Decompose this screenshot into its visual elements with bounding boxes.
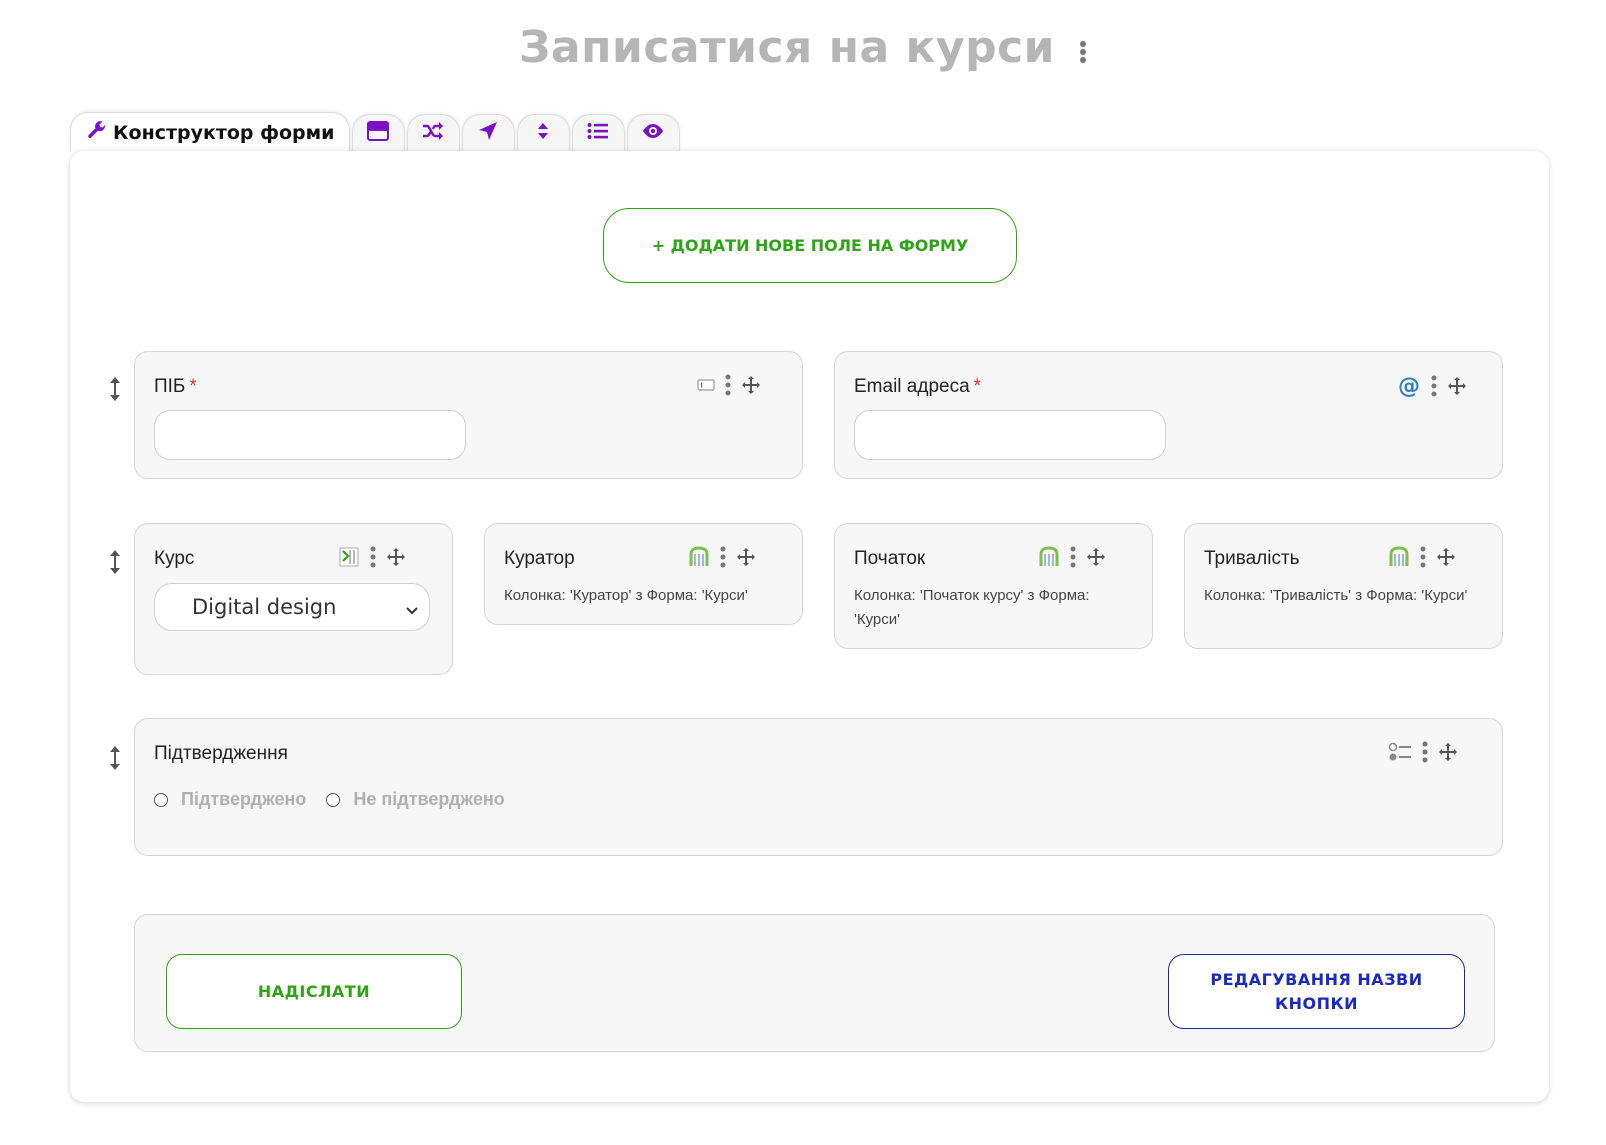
chevron-down-icon — [405, 599, 419, 623]
field-label: Початок — [854, 548, 926, 569]
tab-bar: Конструктор форми — [70, 112, 682, 152]
lookup-column-type-icon — [688, 546, 710, 573]
form-window-icon — [367, 121, 389, 146]
required-mark: * — [189, 376, 197, 397]
field-tools — [1378, 741, 1458, 768]
field-card-email[interactable]: Email адреса * @ — [834, 351, 1503, 479]
move-icon[interactable] — [1086, 547, 1106, 572]
title-menu-icon[interactable] — [1079, 25, 1087, 76]
radio-circle[interactable] — [326, 792, 341, 807]
field-card-name[interactable]: ПІБ * — [134, 351, 803, 479]
sort-icon — [537, 122, 549, 145]
move-icon[interactable] — [1447, 376, 1467, 401]
shuffle-icon — [422, 122, 444, 145]
field-card-confirmation[interactable]: Підтвердження Підтверджено Не підтвердже… — [134, 718, 1503, 856]
radio-list-type-icon — [1388, 742, 1412, 767]
lookup-column-type-icon — [1388, 546, 1410, 573]
field-menu-icon[interactable] — [725, 374, 731, 401]
edit-button-name-button[interactable]: РЕДАГУВАННЯ НАЗВИ КНОПКИ — [1168, 954, 1465, 1029]
field-label: Підтвердження — [154, 743, 288, 764]
field-menu-icon[interactable] — [720, 546, 726, 573]
field-menu-icon[interactable] — [1420, 546, 1426, 573]
field-menu-icon[interactable] — [1422, 741, 1428, 768]
field-card-start[interactable]: Початок Колонка: 'Початок курсу' з Форма… — [834, 523, 1153, 649]
field-card-curator[interactable]: Куратор Колонка: 'Куратор' з Форма: 'Кур… — [484, 523, 803, 625]
field-label: Курс — [154, 548, 195, 569]
field-menu-icon[interactable] — [370, 546, 376, 573]
move-icon[interactable] — [741, 375, 761, 400]
move-icon[interactable] — [1436, 547, 1456, 572]
move-icon[interactable] — [736, 547, 756, 572]
row-drag-handle-icon[interactable] — [107, 549, 123, 575]
email-input[interactable] — [854, 410, 1166, 460]
field-tools — [1378, 546, 1456, 573]
page-title: Записатися на курси — [0, 22, 1606, 76]
field-menu-icon[interactable] — [1070, 546, 1076, 573]
tab-form-builder-label: Конструктор форми — [113, 121, 335, 144]
linked-column-description: Колонка: 'Куратор' з Форма: 'Курси' — [504, 587, 748, 604]
field-card-duration[interactable]: Тривалість Колонка: 'Тривалість' з Форма… — [1184, 523, 1503, 649]
tab-form-builder[interactable]: Конструктор форми — [70, 112, 350, 152]
field-tools — [328, 546, 406, 573]
linked-column-description: Колонка: 'Початок курсу' з Форма: 'Курси… — [854, 587, 1090, 628]
lookup-column-type-icon — [1038, 546, 1060, 573]
form-buttons-area: НАДІСЛАТИ РЕДАГУВАННЯ НАЗВИ КНОПКИ — [134, 914, 1495, 1052]
add-field-button[interactable]: + ДОДАТИ НОВЕ ПОЛЕ НА ФОРМУ — [603, 208, 1017, 283]
field-label: Куратор — [504, 548, 575, 569]
radio-label: Підтверджено — [181, 789, 307, 809]
course-select-value: Digital design — [192, 595, 337, 619]
move-icon[interactable] — [1438, 742, 1458, 767]
radio-circle[interactable] — [154, 792, 168, 807]
row-drag-handle-icon[interactable] — [107, 376, 123, 402]
svg-text:@: @ — [1398, 374, 1420, 398]
text-field-type-icon — [697, 378, 715, 397]
tab-form-settings[interactable] — [351, 114, 405, 152]
radio-not-confirmed[interactable]: Не підтверджено — [326, 789, 505, 810]
field-menu-icon[interactable] — [1431, 375, 1437, 402]
field-tools: @ — [1387, 374, 1467, 403]
location-arrow-icon — [478, 121, 498, 146]
name-input[interactable] — [154, 410, 466, 460]
tab-list[interactable] — [571, 114, 625, 152]
course-select[interactable]: Digital design — [154, 583, 430, 631]
eye-icon — [641, 123, 665, 144]
page-title-text: Записатися на курси — [519, 22, 1055, 73]
list-icon — [587, 122, 609, 145]
field-tools — [678, 546, 756, 573]
submit-button[interactable]: НАДІСЛАТИ — [166, 954, 462, 1029]
linked-column-description: Колонка: 'Тривалість' з Форма: 'Курси' — [1204, 587, 1468, 604]
field-label: ПІБ * — [154, 376, 197, 398]
field-label-text: Email адреса — [854, 376, 970, 397]
row-drag-handle-icon[interactable] — [107, 745, 123, 771]
tab-redirect[interactable] — [461, 114, 515, 152]
field-tools — [687, 374, 761, 401]
field-label-text: ПІБ — [154, 376, 186, 397]
field-label: Тривалість — [1204, 548, 1300, 569]
radio-confirmed[interactable]: Підтверджено — [154, 789, 306, 810]
tab-preview[interactable] — [626, 114, 680, 152]
email-type-icon: @ — [1397, 374, 1421, 403]
wrench-icon — [87, 120, 107, 145]
field-tools — [1028, 546, 1106, 573]
field-card-course[interactable]: Курс Digital design — [134, 523, 453, 675]
linked-select-type-icon — [338, 546, 360, 573]
tab-order[interactable] — [516, 114, 570, 152]
radio-label: Не підтверджено — [353, 789, 505, 809]
tab-logic[interactable] — [406, 114, 460, 152]
required-mark: * — [973, 376, 982, 397]
move-icon[interactable] — [386, 547, 406, 572]
confirmation-radio-group: Підтверджено Не підтверджено — [154, 789, 525, 810]
field-label: Email адреса * — [854, 376, 981, 398]
